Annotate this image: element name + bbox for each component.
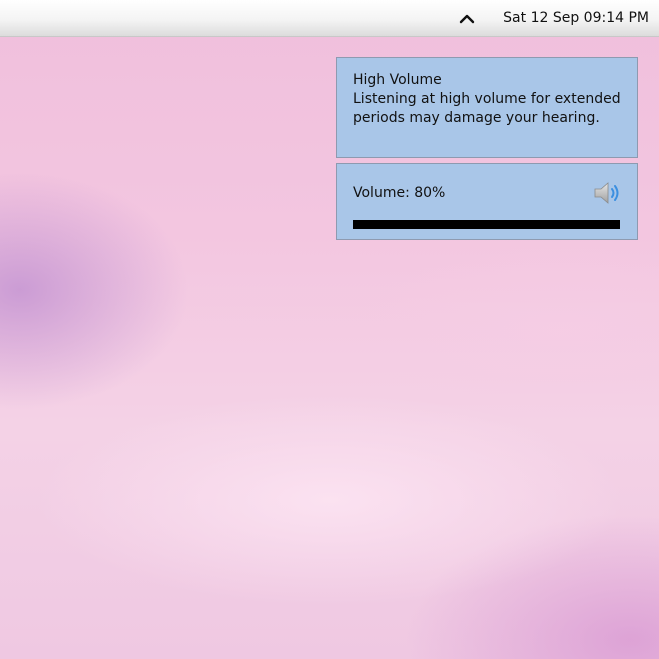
clock[interactable]: Sat 12 Sep 09:14 PM xyxy=(503,9,649,27)
tray-toggle-button[interactable] xyxy=(456,9,478,27)
desktop-background: Sat 12 Sep 09:14 PM High Volume Listenin… xyxy=(0,0,659,659)
volume-level-bar xyxy=(353,220,620,229)
volume-level-fill xyxy=(353,220,620,229)
volume-label: Volume: 80% xyxy=(353,185,446,201)
high-volume-notification[interactable]: High Volume Listening at high volume for… xyxy=(336,57,638,158)
notification-body: Listening at high volume for extended pe… xyxy=(353,91,621,126)
volume-notification[interactable]: Volume: 80% xyxy=(336,163,638,240)
top-panel: Sat 12 Sep 09:14 PM xyxy=(0,0,659,37)
chevron-up-icon xyxy=(459,14,475,24)
notification-title: High Volume xyxy=(353,72,442,88)
speaker-volume-icon xyxy=(594,182,619,204)
